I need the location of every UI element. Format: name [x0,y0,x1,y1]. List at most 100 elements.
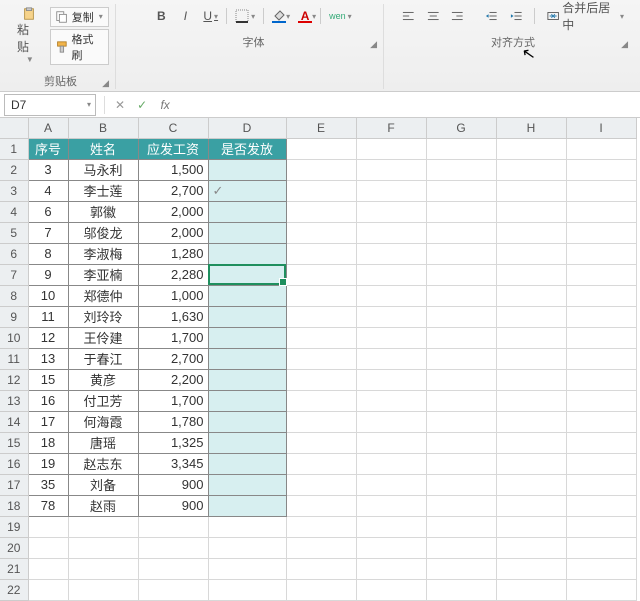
row-header-19[interactable]: 19 [0,516,28,537]
col-header-E[interactable]: E [286,118,356,138]
cell-C1[interactable]: 应发工资 [138,138,208,159]
cell-F4[interactable] [356,201,426,222]
cell-C6[interactable]: 1,280 [138,243,208,264]
format-painter-button[interactable]: 格式刷 [50,29,109,65]
cell-A21[interactable] [28,558,68,579]
cell-D4[interactable] [208,201,286,222]
cell-E22[interactable] [286,579,356,600]
cell-C20[interactable] [138,537,208,558]
cell-G11[interactable] [426,348,496,369]
cell-E14[interactable] [286,411,356,432]
cell-A16[interactable]: 19 [28,453,68,474]
cell-I7[interactable] [566,264,636,285]
cell-H18[interactable] [496,495,566,516]
cell-F14[interactable] [356,411,426,432]
cell-I20[interactable] [566,537,636,558]
cell-I6[interactable] [566,243,636,264]
cell-G19[interactable] [426,516,496,537]
cell-I19[interactable] [566,516,636,537]
cell-A14[interactable]: 17 [28,411,68,432]
cell-G21[interactable] [426,558,496,579]
cell-C11[interactable]: 2,700 [138,348,208,369]
cell-G15[interactable] [426,432,496,453]
cell-H21[interactable] [496,558,566,579]
cell-E15[interactable] [286,432,356,453]
col-header-H[interactable]: H [496,118,566,138]
cell-E12[interactable] [286,369,356,390]
align-center-button[interactable] [423,6,444,26]
cell-G17[interactable] [426,474,496,495]
cell-C19[interactable] [138,516,208,537]
cell-B22[interactable] [68,579,138,600]
cell-I3[interactable] [566,180,636,201]
cell-E2[interactable] [286,159,356,180]
cell-D1[interactable]: 是否发放 [208,138,286,159]
cell-A13[interactable]: 16 [28,390,68,411]
cell-B12[interactable]: 黄彦 [68,369,138,390]
row-header-2[interactable]: 2 [0,159,28,180]
cell-C4[interactable]: 2,000 [138,201,208,222]
cell-H19[interactable] [496,516,566,537]
cell-F22[interactable] [356,579,426,600]
row-header-4[interactable]: 4 [0,201,28,222]
cell-D15[interactable] [208,432,286,453]
cell-B9[interactable]: 刘玲玲 [68,306,138,327]
cell-C15[interactable]: 1,325 [138,432,208,453]
row-header-9[interactable]: 9 [0,306,28,327]
cell-D5[interactable] [208,222,286,243]
cell-D16[interactable] [208,453,286,474]
cell-F1[interactable] [356,138,426,159]
cell-A6[interactable]: 8 [28,243,68,264]
cell-E20[interactable] [286,537,356,558]
formula-input[interactable] [177,94,640,116]
col-header-D[interactable]: D [208,118,286,138]
cell-C17[interactable]: 900 [138,474,208,495]
cell-F15[interactable] [356,432,426,453]
cell-B15[interactable]: 唐瑶 [68,432,138,453]
cell-B19[interactable] [68,516,138,537]
cell-E11[interactable] [286,348,356,369]
cell-F17[interactable] [356,474,426,495]
cell-B5[interactable]: 邬俊龙 [68,222,138,243]
cell-A11[interactable]: 13 [28,348,68,369]
cell-A9[interactable]: 11 [28,306,68,327]
row-header-5[interactable]: 5 [0,222,28,243]
cancel-edit-button[interactable]: ✕ [109,98,131,112]
col-header-I[interactable]: I [566,118,636,138]
cell-C12[interactable]: 2,200 [138,369,208,390]
cell-C13[interactable]: 1,700 [138,390,208,411]
confirm-edit-button[interactable]: ✓ [131,98,153,112]
cell-C8[interactable]: 1,000 [138,285,208,306]
cell-H5[interactable] [496,222,566,243]
cell-D8[interactable] [208,285,286,306]
cell-H9[interactable] [496,306,566,327]
cell-H6[interactable] [496,243,566,264]
row-header-10[interactable]: 10 [0,327,28,348]
cell-F19[interactable] [356,516,426,537]
cell-E13[interactable] [286,390,356,411]
indent-decrease-button[interactable] [481,6,502,26]
cell-I16[interactable] [566,453,636,474]
cell-A2[interactable]: 3 [28,159,68,180]
cell-E21[interactable] [286,558,356,579]
align-right-button[interactable] [447,6,468,26]
cell-F12[interactable] [356,369,426,390]
cell-I10[interactable] [566,327,636,348]
cell-B17[interactable]: 刘备 [68,474,138,495]
col-header-B[interactable]: B [68,118,138,138]
row-header-14[interactable]: 14 [0,411,28,432]
phonetic-button[interactable]: wen ▾ [325,6,356,26]
italic-button[interactable]: I [175,6,195,26]
name-box[interactable]: D7 ▾ [4,94,96,116]
copy-button[interactable]: 复制 ▾ [50,7,109,27]
row-header-18[interactable]: 18 [0,495,28,516]
paste-button[interactable]: 粘贴 ▼ [12,4,46,67]
cell-A18[interactable]: 78 [28,495,68,516]
cell-F10[interactable] [356,327,426,348]
row-header-13[interactable]: 13 [0,390,28,411]
row-header-6[interactable]: 6 [0,243,28,264]
cell-H1[interactable] [496,138,566,159]
cell-D14[interactable] [208,411,286,432]
cell-D22[interactable] [208,579,286,600]
cell-C14[interactable]: 1,780 [138,411,208,432]
